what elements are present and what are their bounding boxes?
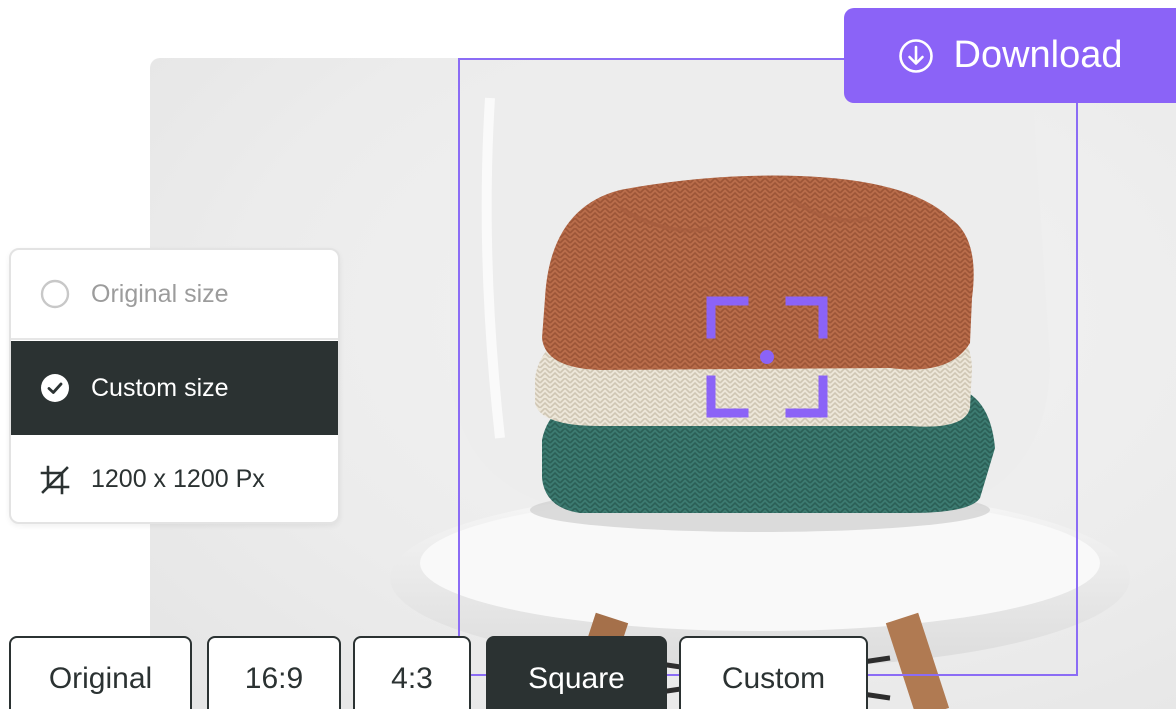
size-dimensions-label: 1200 x 1200 Px (91, 465, 265, 493)
size-option-custom-label: Custom size (91, 373, 229, 402)
tab-custom-label: Custom (721, 662, 826, 695)
size-option-original[interactable]: Original size (11, 250, 338, 340)
focus-target-icon[interactable] (706, 296, 828, 418)
download-circle-icon (898, 38, 934, 74)
tab-4-3-label: 4:3 (391, 662, 433, 695)
tab-square-label: Square (528, 662, 625, 695)
tab-16-9-label: 16:9 (244, 662, 304, 695)
tab-4-3[interactable]: 4:3 (353, 636, 471, 709)
download-button[interactable]: Download (844, 8, 1176, 103)
tab-custom[interactable]: Custom (679, 636, 868, 709)
tab-original[interactable]: Original (9, 636, 192, 709)
tab-16-9[interactable]: 16:9 (207, 636, 341, 709)
size-option-original-label: Original size (91, 279, 229, 308)
tab-square[interactable]: Square (486, 636, 667, 709)
size-options-panel: Original size Custom size 1200 x 1200 Px (9, 248, 340, 524)
tab-original-label: Original (48, 662, 153, 695)
download-label: Download (953, 34, 1123, 76)
check-circle-icon (39, 372, 71, 404)
crop-icon (39, 464, 71, 496)
image-editor: Download Original size Custom size 1200 … (0, 0, 1176, 709)
size-option-custom[interactable]: Custom size (11, 341, 338, 435)
radio-unchecked-icon (39, 278, 71, 310)
size-dimensions[interactable]: 1200 x 1200 Px (11, 435, 338, 522)
